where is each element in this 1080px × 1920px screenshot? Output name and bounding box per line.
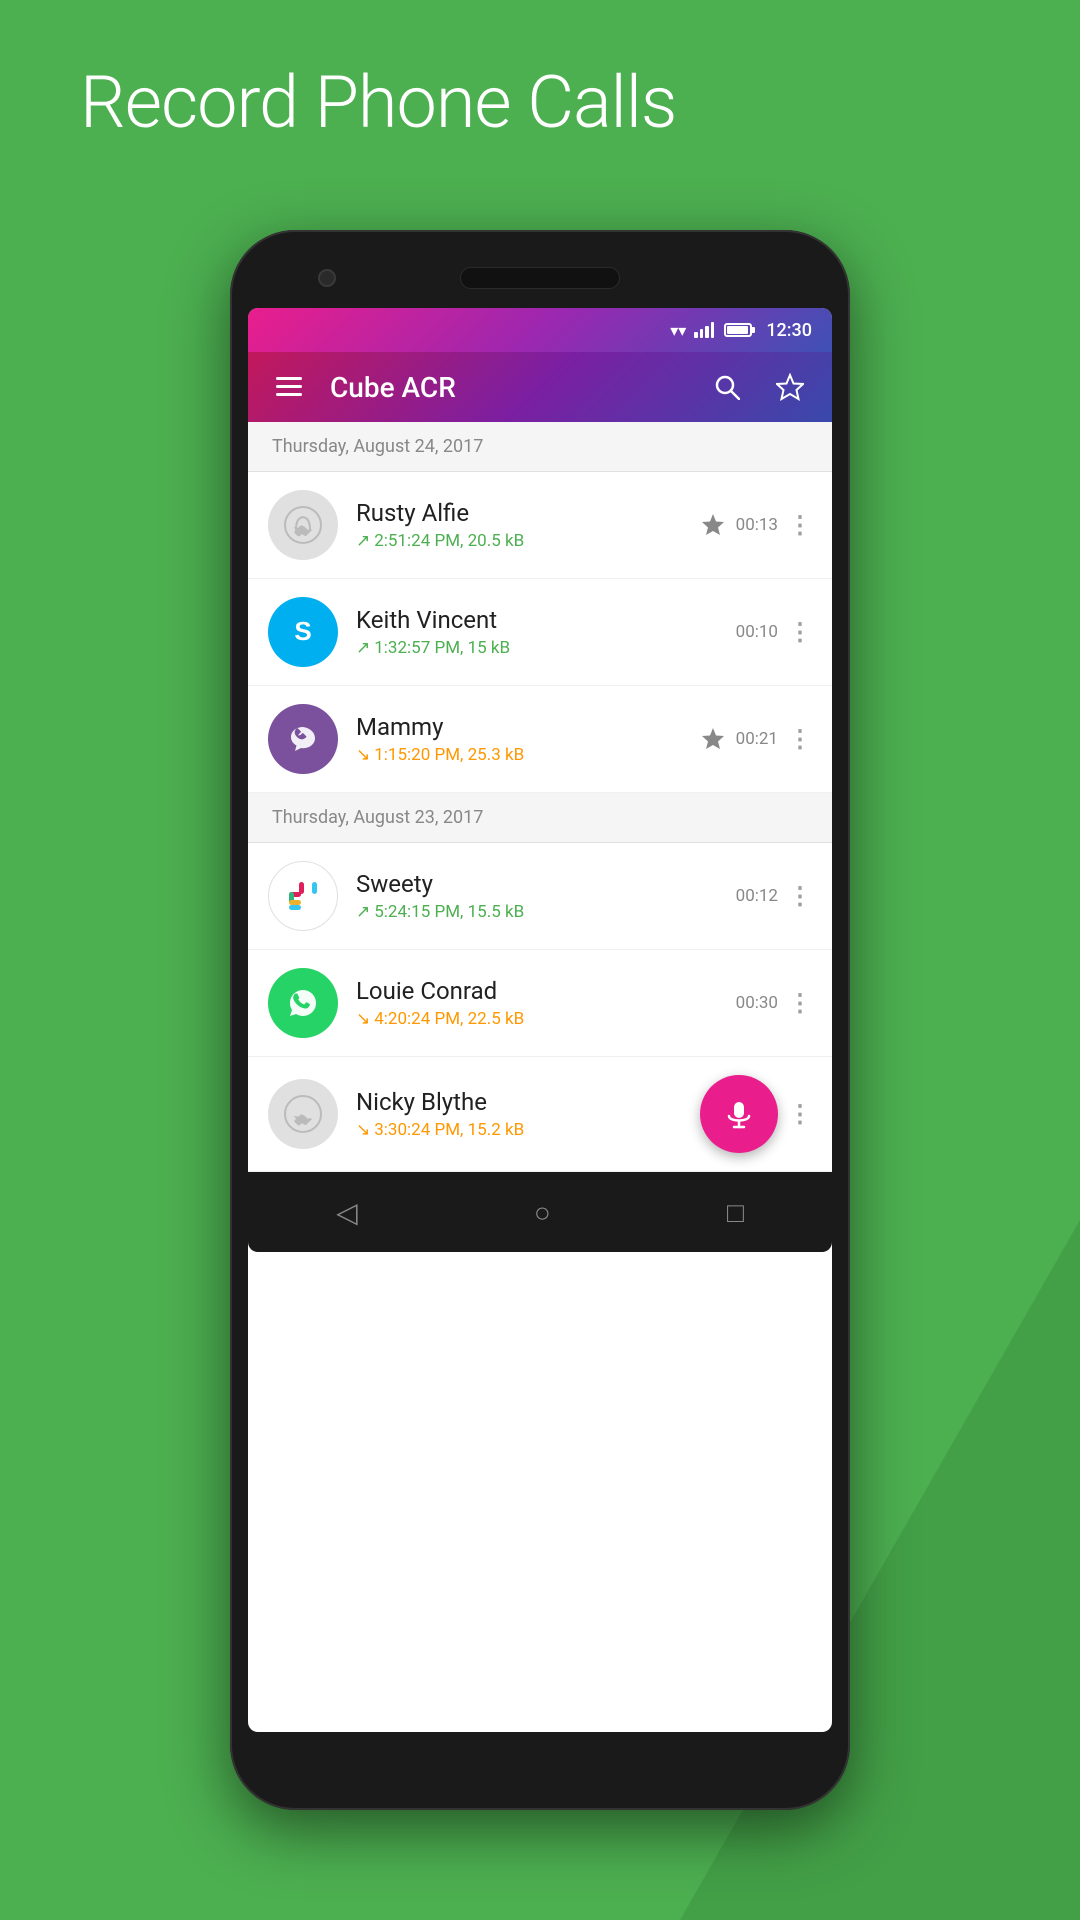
call-item-mammy[interactable]: Mammy ↘ 1:15:20 PM, 25.3 kB 00:21 <box>248 686 832 793</box>
call-info-nicky-blythe: Nicky Blythe ↘ 3:30:24 PM, 15.2 kB <box>356 1088 700 1140</box>
status-time: 12:30 <box>766 320 812 341</box>
svg-text:S: S <box>294 616 311 646</box>
bottom-nav: ◁ ○ □ <box>248 1172 832 1252</box>
section-header-1: Thursday, August 24, 2017 <box>248 422 832 472</box>
calls-list: Thursday, August 24, 2017 Rusty Alfie <box>248 422 832 1172</box>
avatar-louie-conrad <box>268 968 338 1038</box>
more-button-mammy[interactable]: ⋮ <box>788 725 812 753</box>
phone-speaker <box>460 267 620 289</box>
more-button-rusty-alfie[interactable]: ⋮ <box>788 511 812 539</box>
call-duration-mammy: 00:21 <box>736 729 778 749</box>
status-bar: ▾▾ 12:30 <box>248 308 832 352</box>
more-button-sweety[interactable]: ⋮ <box>788 882 812 910</box>
call-meta-nicky-blythe: ↘ 3:30:24 PM, 15.2 kB <box>356 1120 700 1140</box>
call-actions-sweety: 00:12 ⋮ <box>736 882 812 910</box>
call-meta-keith-vincent: ↗ 1:32:57 PM, 15 kB <box>356 638 736 658</box>
call-info-rusty-alfie: Rusty Alfie ↗ 2:51:24 PM, 20.5 kB <box>356 499 700 551</box>
page-headline: Record Phone Calls <box>80 60 676 145</box>
direction-icon-mammy: ↘ <box>356 745 370 765</box>
call-actions-keith-vincent: 00:10 ⋮ <box>736 618 812 646</box>
call-item-keith-vincent[interactable]: S Keith Vincent ↗ 1:32:57 PM, 15 kB 00:1… <box>248 579 832 686</box>
back-button[interactable]: ◁ <box>306 1186 388 1239</box>
front-camera <box>318 269 336 287</box>
avatar-nicky-blythe <box>268 1079 338 1149</box>
avatar-keith-vincent: S <box>268 597 338 667</box>
status-icons: ▾▾ 12:30 <box>670 320 812 341</box>
call-meta-louie-conrad: ↘ 4:20:24 PM, 22.5 kB <box>356 1009 736 1029</box>
signal-icon <box>694 322 714 338</box>
call-duration-keith-vincent: 00:10 <box>736 622 778 642</box>
more-button-keith-vincent[interactable]: ⋮ <box>788 618 812 646</box>
call-item-sweety[interactable]: Sweety ↗ 5:24:15 PM, 15.5 kB 00:12 ⋮ <box>248 843 832 950</box>
caller-name-mammy: Mammy <box>356 713 700 741</box>
caller-name-louie-conrad: Louie Conrad <box>356 977 736 1005</box>
favorites-icon[interactable] <box>768 365 812 409</box>
call-actions-louie-conrad: 00:30 ⋮ <box>736 989 812 1017</box>
phone-screen: ▾▾ 12:30 <box>248 308 832 1732</box>
recents-button[interactable]: □ <box>697 1186 774 1239</box>
call-actions-nicky-blythe: ⋮ <box>700 1075 812 1153</box>
menu-icon[interactable] <box>268 369 310 405</box>
direction-icon-keith: ↗ <box>356 638 370 658</box>
star-button-mammy[interactable] <box>700 726 726 752</box>
call-item-rusty-alfie[interactable]: Rusty Alfie ↗ 2:51:24 PM, 20.5 kB <box>248 472 832 579</box>
phone-top-bar <box>248 248 832 308</box>
avatar-sweety <box>268 861 338 931</box>
more-button-nicky-blythe[interactable]: ⋮ <box>788 1100 812 1128</box>
section-header-2: Thursday, August 23, 2017 <box>248 793 832 843</box>
star-button-rusty-alfie[interactable] <box>700 512 726 538</box>
call-info-mammy: Mammy ↘ 1:15:20 PM, 25.3 kB <box>356 713 700 765</box>
call-info-louie-conrad: Louie Conrad ↘ 4:20:24 PM, 22.5 kB <box>356 977 736 1029</box>
call-info-sweety: Sweety ↗ 5:24:15 PM, 15.5 kB <box>356 870 736 922</box>
direction-icon-nicky: ↘ <box>356 1120 370 1140</box>
call-actions-mammy: 00:21 ⋮ <box>700 725 812 753</box>
phone-bezel: ▾▾ 12:30 <box>230 230 850 1810</box>
call-duration-louie-conrad: 00:30 <box>736 993 778 1013</box>
home-button[interactable]: ○ <box>504 1186 581 1239</box>
call-meta-sweety: ↗ 5:24:15 PM, 15.5 kB <box>356 902 736 922</box>
call-item-nicky-blythe[interactable]: Nicky Blythe ↘ 3:30:24 PM, 15.2 kB <box>248 1057 832 1172</box>
phone-bottom-bar <box>248 1732 832 1792</box>
search-icon[interactable] <box>706 366 748 408</box>
direction-icon-louie: ↘ <box>356 1009 370 1029</box>
app-title: Cube ACR <box>330 371 686 404</box>
wifi-icon: ▾▾ <box>670 321 686 340</box>
call-item-louie-conrad[interactable]: Louie Conrad ↘ 4:20:24 PM, 22.5 kB 00:30… <box>248 950 832 1057</box>
direction-icon-sweety: ↗ <box>356 902 370 922</box>
direction-icon-rusty: ↗ <box>356 531 370 551</box>
call-meta-mammy: ↘ 1:15:20 PM, 25.3 kB <box>356 745 700 765</box>
phone-mockup: ▾▾ 12:30 <box>230 230 850 1810</box>
call-meta-rusty-alfie: ↗ 2:51:24 PM, 20.5 kB <box>356 531 700 551</box>
avatar-rusty-alfie <box>268 490 338 560</box>
caller-name-sweety: Sweety <box>356 870 736 898</box>
call-actions-rusty-alfie: 00:13 ⋮ <box>700 511 812 539</box>
call-duration-sweety: 00:12 <box>736 886 778 906</box>
more-button-louie-conrad[interactable]: ⋮ <box>788 989 812 1017</box>
battery-icon <box>724 323 752 337</box>
caller-name-nicky-blythe: Nicky Blythe <box>356 1088 700 1116</box>
caller-name-keith-vincent: Keith Vincent <box>356 606 736 634</box>
caller-name-rusty-alfie: Rusty Alfie <box>356 499 700 527</box>
avatar-mammy <box>268 704 338 774</box>
app-bar: Cube ACR <box>248 352 832 422</box>
call-info-keith-vincent: Keith Vincent ↗ 1:32:57 PM, 15 kB <box>356 606 736 658</box>
record-fab[interactable] <box>700 1075 778 1153</box>
call-duration-rusty-alfie: 00:13 <box>736 515 778 535</box>
